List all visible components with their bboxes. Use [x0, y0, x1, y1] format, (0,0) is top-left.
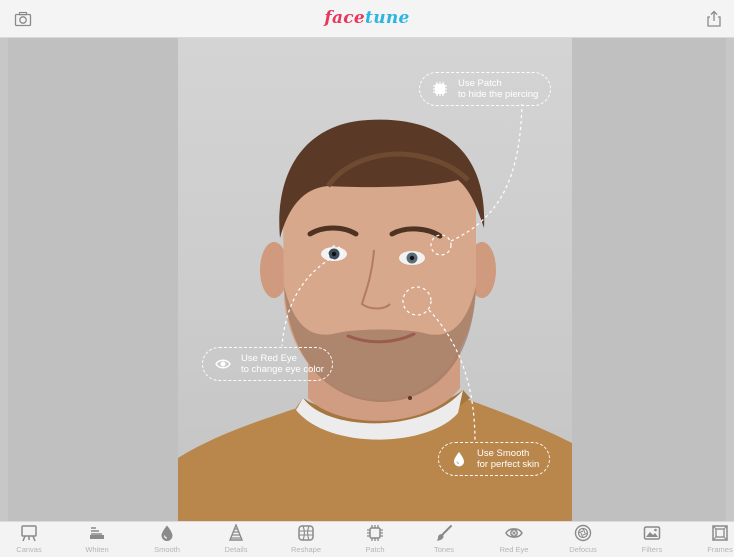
defocus-icon	[574, 524, 592, 542]
drop-icon	[454, 452, 464, 467]
tool-frames[interactable]: Frames	[690, 524, 734, 554]
smooth-callout-line1: Use Smooth	[477, 448, 530, 459]
whiten-icon	[90, 527, 104, 539]
editor-canvas: Use Patch to hide the piercing Use Red Ey…	[0, 38, 734, 521]
smooth-callout: Use Smooth for perfect skin	[438, 442, 550, 476]
tool-filters-label: Filters	[641, 545, 663, 554]
eye-icon	[505, 528, 523, 538]
tool-details[interactable]: Details	[206, 524, 266, 554]
patch-callout: Use Patch to hide the piercing	[419, 72, 551, 106]
patch-callout-line1: Use Patch	[458, 78, 502, 89]
tool-tones-label: Tones	[433, 545, 454, 554]
callout-connectors	[281, 103, 523, 443]
tool-tones[interactable]: Tones	[414, 524, 474, 554]
tool-reshape-label: Reshape	[290, 545, 322, 554]
tool-defocus-label: Defocus	[569, 545, 597, 554]
top-bar: facetune	[0, 0, 734, 38]
canvas-icon	[21, 525, 37, 542]
redeye-callout-line1: Use Red Eye	[241, 353, 297, 364]
redeye-callout-line2: to change eye color	[241, 364, 324, 375]
filters-icon	[643, 526, 661, 540]
tool-smooth-label: Smooth	[154, 545, 180, 554]
patch-icon	[433, 82, 447, 96]
details-icon	[228, 524, 244, 541]
tool-patch[interactable]: Patch	[345, 524, 405, 554]
redeye-callout: Use Red Eye to change eye color	[202, 347, 333, 381]
tool-canvas-label: Canvas	[16, 545, 42, 554]
tool-frames-label: Frames	[707, 545, 733, 554]
tool-filters[interactable]: Filters	[622, 524, 682, 554]
tool-redeye-label: Red Eye	[499, 545, 529, 554]
reshape-icon	[298, 525, 314, 541]
tool-reshape[interactable]: Reshape	[276, 524, 336, 554]
frames-icon	[712, 525, 728, 541]
drop-icon	[161, 525, 173, 541]
patch-icon	[367, 525, 383, 541]
tool-patch-label: Patch	[365, 545, 385, 554]
tool-defocus[interactable]: Defocus	[553, 524, 613, 554]
tool-bar: Canvas Whiten Smooth Details Reshape Pat…	[0, 521, 734, 557]
tool-canvas[interactable]: Canvas	[0, 524, 59, 554]
eye-icon	[215, 359, 231, 369]
tool-whiten-label: Whiten	[85, 545, 109, 554]
tool-redeye[interactable]: Red Eye	[484, 524, 544, 554]
app-logo: facetune	[0, 8, 734, 28]
tool-smooth[interactable]: Smooth	[137, 524, 197, 554]
smooth-callout-line2: for perfect skin	[477, 459, 540, 470]
share-icon[interactable]	[705, 10, 723, 28]
logo-face-text: face	[324, 8, 366, 28]
patch-callout-line2: to hide the piercing	[458, 89, 539, 100]
tool-whiten[interactable]: Whiten	[67, 524, 127, 554]
logo-tune-text: tune	[365, 8, 410, 28]
brush-icon	[436, 525, 452, 541]
tool-details-label: Details	[224, 545, 248, 554]
